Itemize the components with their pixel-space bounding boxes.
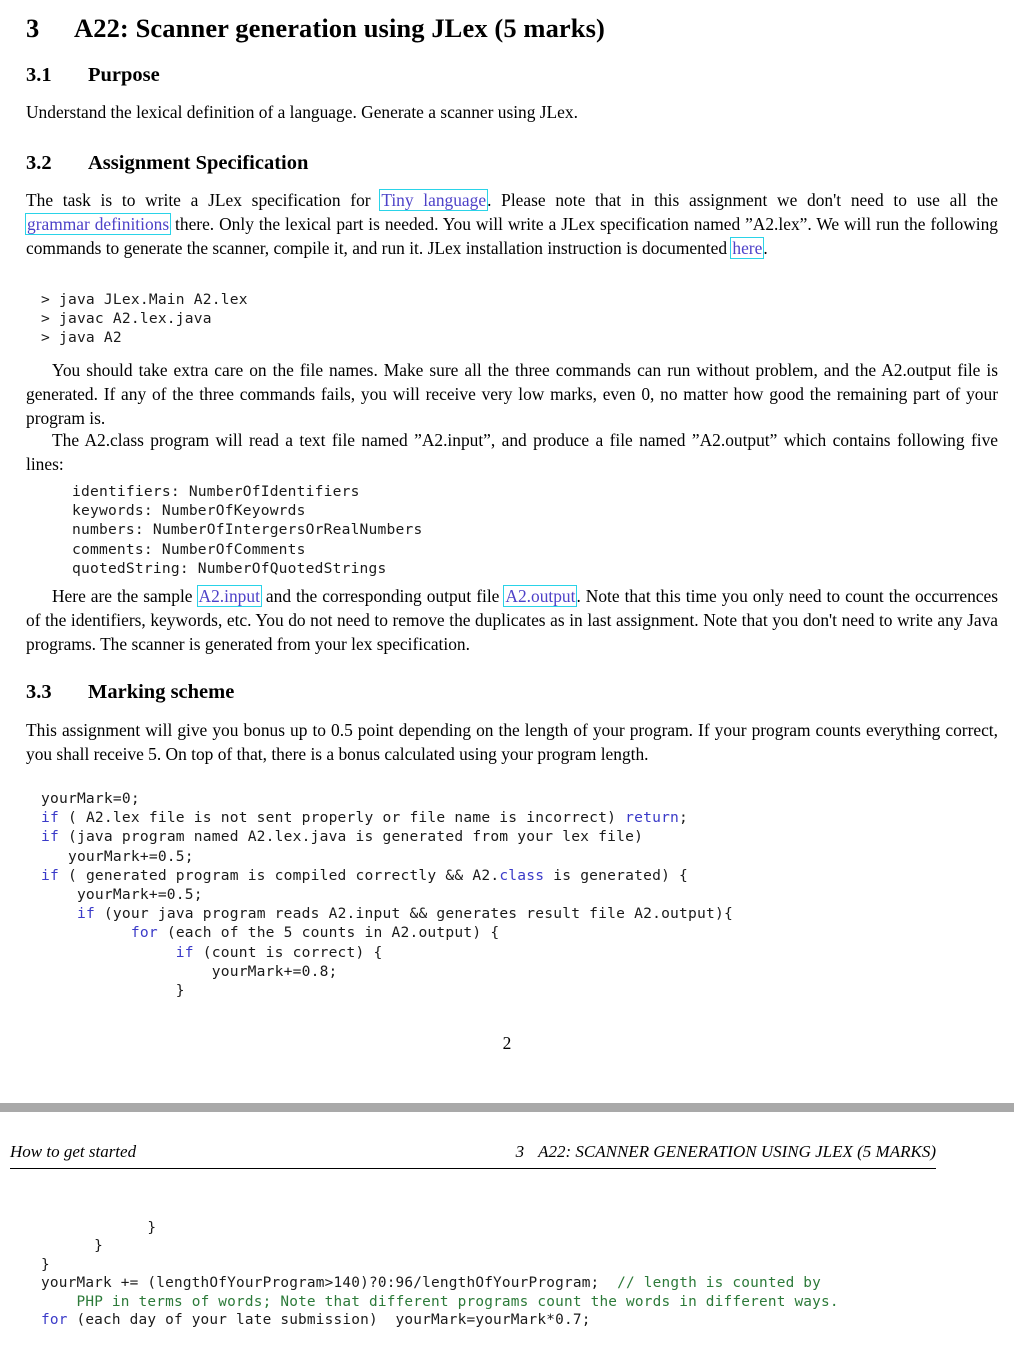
subsection-title-3-2: Assignment Specification <box>88 152 309 174</box>
bonus-code-block: } } } yourMark += (lengthOfYourProgram>1… <box>41 1220 839 1329</box>
subsection-heading-assignment-specification: 3.2 Assignment Specification <box>26 152 998 176</box>
subsection-heading-purpose: 3.1 Purpose <box>26 64 998 88</box>
subsection-number-3-2: 3.2 <box>26 152 52 174</box>
sample-text-2: and the corresponding output file <box>260 586 505 606</box>
file-names-paragraph: You should take extra care on the file n… <box>26 360 998 428</box>
purpose-paragraph: Understand the lexical definition of a l… <box>26 102 578 122</box>
subsection-heading-marking-scheme: 3.3 Marking scheme <box>26 681 998 705</box>
subsection-number-3-3: 3.3 <box>26 681 52 703</box>
link-a2-output[interactable]: A2.output <box>503 585 578 607</box>
spec-text-4: . <box>763 237 768 258</box>
spec-text-3: there. Only the lexical part is needed. … <box>26 213 998 258</box>
running-header-section-number: 3 <box>515 1142 525 1161</box>
subsection-number-3-1: 3.1 <box>26 64 52 86</box>
a2class-paragraph: The A2.class program will read a text fi… <box>26 430 998 474</box>
link-tiny-language[interactable]: Tiny language <box>379 189 489 211</box>
running-header-right: 3 A22: SCANNER GENERATION USING JLEX (5 M… <box>516 1142 936 1162</box>
marking-scheme-paragraph: This assignment will give you bonus up t… <box>26 720 998 764</box>
section-title: A22: Scanner generation using JLex (5 ma… <box>74 13 605 43</box>
running-header-left: How to get started <box>10 1142 137 1161</box>
sample-files-paragraph: Here are the sample A2.input and the cor… <box>26 585 998 656</box>
page-title: 3 A22: Scanner generation using JLex (5 m… <box>26 13 998 44</box>
assignment-specification-paragraph: The task is to write a JLex specificatio… <box>25 189 999 260</box>
spec-text-2: . Please note that in this assignment we… <box>487 190 999 210</box>
link-a2-input[interactable]: A2.input <box>196 585 262 607</box>
running-header: How to get started 3 A22: SCANNER GENERAT… <box>10 1142 936 1169</box>
commands-code-block: > java JLex.Main A2.lex > javac A2.lex.j… <box>41 291 248 347</box>
page-number: 2 <box>502 1033 512 1053</box>
output-lines-code-block: identifiers: NumberOfIdentifiers keyword… <box>72 483 423 577</box>
spec-text-1: The task is to write a JLex specificatio… <box>26 190 381 210</box>
section-number: 3 <box>26 13 40 43</box>
subsection-title-3-3: Marking scheme <box>88 681 235 703</box>
link-here[interactable]: here <box>730 236 765 259</box>
subsection-title-3-1: Purpose <box>88 64 160 86</box>
running-header-section-title: A22: SCANNER GENERATION USING JLEX (5 MA… <box>538 1142 936 1161</box>
marking-scheme-code-block: yourMark=0; if ( A2.lex file is not sent… <box>41 790 733 1000</box>
sample-text-1: Here are the sample <box>52 586 198 606</box>
link-grammar-definitions[interactable]: grammar definitions <box>25 212 172 235</box>
page-break-separator <box>0 1103 1014 1112</box>
